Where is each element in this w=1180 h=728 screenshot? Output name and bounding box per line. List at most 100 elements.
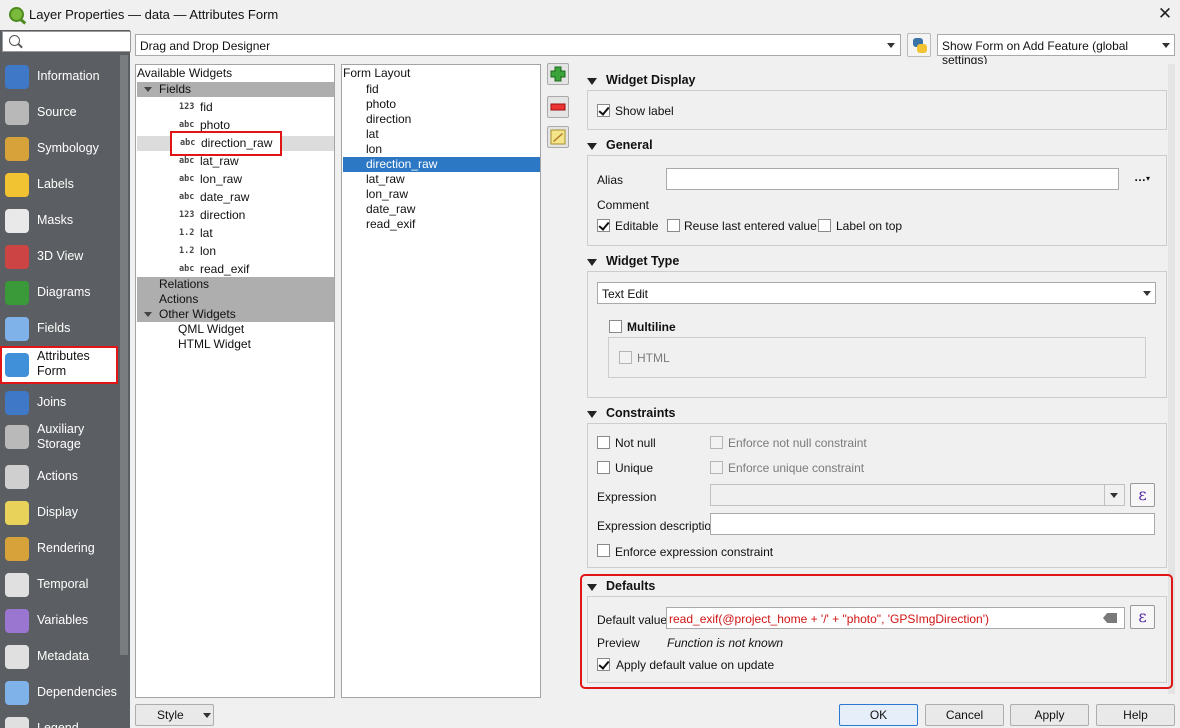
tree-item-field[interactable]: 1.2 lat — [176, 226, 333, 241]
cancel-button[interactable]: Cancel — [925, 704, 1004, 726]
sidebar-item-source[interactable]: Source — [0, 95, 118, 131]
layout-item[interactable]: photo — [343, 97, 540, 112]
style-button[interactable]: Style — [135, 704, 214, 726]
tree-item-field[interactable]: abc lat_raw — [176, 154, 333, 169]
help-button[interactable]: Help — [1096, 704, 1175, 726]
default-expression-builder-button[interactable]: ε — [1130, 605, 1155, 629]
layout-item[interactable]: date_raw — [343, 202, 540, 217]
enforce-not-null-checkbox[interactable] — [710, 436, 723, 449]
ok-button[interactable]: OK — [839, 704, 918, 726]
apply-button[interactable]: Apply — [1010, 704, 1089, 726]
field-name: photo — [200, 118, 231, 132]
sidebar-item-attributes-form[interactable]: Attributes Form — [0, 346, 118, 384]
tree-item-field[interactable]: abc lon_raw — [176, 172, 333, 187]
expand-arrow-icon[interactable] — [144, 312, 152, 317]
tree-item-field[interactable]: 123 fid — [176, 100, 333, 115]
collapse-arrow-icon[interactable] — [587, 259, 597, 266]
tree-group-relations[interactable]: Relations — [137, 277, 334, 292]
tree-item-field[interactable]: abc date_raw — [176, 190, 333, 205]
expression-input[interactable] — [710, 484, 1125, 506]
field-type-icon: abc — [179, 192, 195, 202]
sidebar-item-masks[interactable]: Masks — [0, 203, 118, 239]
tree-item-field[interactable]: 123 direction — [176, 208, 333, 223]
layout-item[interactable]: lon — [343, 142, 540, 157]
layout-item[interactable]: direction — [343, 112, 540, 127]
field-type-icon: abc — [179, 264, 195, 274]
layout-item[interactable]: direction_raw — [343, 157, 540, 172]
alias-input[interactable] — [666, 168, 1119, 190]
sidebar-item-temporal[interactable]: Temporal — [0, 567, 118, 603]
tree-item-field[interactable]: abc photo — [176, 118, 333, 133]
constraints-section-header[interactable]: Constraints — [587, 406, 787, 422]
sidebar-item-dependencies[interactable]: Dependencies — [0, 675, 118, 711]
layout-item[interactable]: read_exif — [343, 217, 540, 232]
general-section-header[interactable]: General — [587, 138, 787, 154]
enforce-expression-checkbox[interactable] — [597, 544, 610, 557]
sidebar-search-input[interactable] — [2, 31, 131, 52]
sidebar-item-legend[interactable]: Legend — [0, 711, 118, 728]
layout-item[interactable]: lon_raw — [343, 187, 540, 202]
reuse-last-value-checkbox[interactable] — [667, 219, 680, 232]
sidebar-item-auxiliary-storage[interactable]: Auxiliary Storage — [0, 419, 118, 455]
tree-item-field[interactable]: abc direction_raw — [137, 131, 334, 156]
add-container-button[interactable] — [547, 63, 569, 85]
remove-button[interactable] — [547, 96, 569, 118]
editable-checkbox[interactable] — [597, 219, 610, 232]
collapse-arrow-icon[interactable] — [587, 584, 597, 591]
sidebar-item-symbology[interactable]: Symbology — [0, 131, 118, 167]
widget-type-section-header[interactable]: Widget Type — [587, 254, 787, 270]
expression-description-input[interactable] — [710, 513, 1155, 535]
sidebar-scrollbar[interactable] — [118, 52, 130, 728]
default-value-input[interactable]: read_exif(@project_home + '/' + "photo",… — [666, 607, 1125, 629]
alias-options-icon[interactable]: …▾ — [1134, 170, 1150, 184]
not-null-checkbox[interactable] — [597, 436, 610, 449]
tree-item-field[interactable]: 1.2 lon — [176, 244, 333, 259]
sidebar-item-information[interactable]: Information — [0, 59, 118, 95]
defaults-section-header[interactable]: Defaults — [587, 579, 787, 595]
epsilon-icon: ε — [1138, 485, 1147, 504]
sidebar-item-variables[interactable]: Variables — [0, 603, 118, 639]
enforce-not-null-text: Enforce not null constraint — [728, 436, 867, 450]
tree-group-fields[interactable]: Fields — [137, 82, 334, 97]
qgis-logo-icon — [9, 7, 24, 22]
title-bar: Layer Properties — data — Attributes For… — [0, 0, 1180, 30]
label-on-top-checkbox[interactable] — [818, 219, 831, 232]
field-name: lon_raw — [200, 172, 243, 186]
collapse-arrow-icon[interactable] — [587, 411, 597, 418]
tree-item-field[interactable]: abc read_exif — [176, 262, 333, 277]
sidebar-item-fields[interactable]: Fields — [0, 311, 118, 347]
collapse-arrow-icon[interactable] — [587, 78, 597, 85]
collapse-arrow-icon[interactable] — [587, 143, 597, 150]
enforce-unique-checkbox[interactable] — [710, 461, 723, 474]
tree-item-qml-widget[interactable]: QML Widget — [178, 322, 244, 337]
layout-item[interactable]: lat — [343, 127, 540, 142]
tree-group-other-widgets[interactable]: Other Widgets — [137, 307, 334, 322]
tree-item-html-widget[interactable]: HTML Widget — [178, 337, 251, 352]
html-checkbox[interactable] — [619, 351, 632, 364]
expression-builder-button[interactable]: ε — [1130, 483, 1155, 507]
unique-checkbox[interactable] — [597, 461, 610, 474]
apply-default-on-update-checkbox[interactable] — [597, 658, 610, 671]
sidebar-item-3d-view[interactable]: 3D View — [0, 239, 118, 275]
sidebar-item-metadata[interactable]: Metadata — [0, 639, 118, 675]
designer-select[interactable]: Drag and Drop Designer — [135, 34, 901, 56]
sidebar-item-diagrams[interactable]: Diagrams — [0, 275, 118, 311]
widget-display-section-header[interactable]: Widget Display — [587, 73, 787, 89]
show-form-select[interactable]: Show Form on Add Feature (global setting… — [937, 34, 1175, 67]
multiline-checkbox[interactable] — [609, 320, 622, 333]
python-init-button[interactable] — [907, 33, 931, 57]
edit-button[interactable] — [547, 126, 569, 148]
sidebar-item-rendering[interactable]: Rendering — [0, 531, 118, 567]
sidebar-item-actions[interactable]: Actions — [0, 459, 118, 495]
layout-item[interactable]: fid — [343, 82, 540, 97]
sidebar-item-display[interactable]: Display — [0, 495, 118, 531]
expand-arrow-icon[interactable] — [144, 87, 152, 92]
show-label-checkbox[interactable] — [597, 104, 610, 117]
tree-group-actions[interactable]: Actions — [137, 292, 334, 307]
close-icon[interactable]: ✕ — [1156, 4, 1174, 24]
widget-type-select[interactable]: Text Edit — [597, 282, 1156, 304]
sidebar-item-joins[interactable]: Joins — [0, 385, 118, 421]
sidebar-item-labels[interactable]: Labels — [0, 167, 118, 203]
layout-item[interactable]: lat_raw — [343, 172, 540, 187]
clear-icon[interactable] — [1103, 613, 1117, 623]
